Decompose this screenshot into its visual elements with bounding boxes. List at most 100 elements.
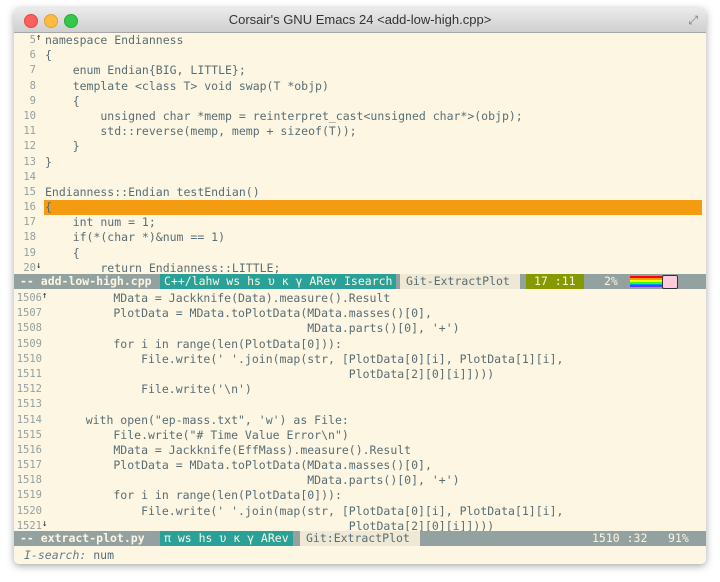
mode-line-git-branch[interactable]: Git-ExtractPlot: [400, 274, 520, 289]
code-text: std::reverse(memp, memp + sizeof(T));: [45, 124, 357, 139]
code-line[interactable]: 1514 with open("ep-mass.txt", 'w') as Fi…: [14, 413, 706, 428]
code-line[interactable]: 1506 ↑ MData = Jackknife(Data).measure().…: [14, 291, 706, 306]
mode-line-buffer-name[interactable]: -- add-low-high.cpp: [20, 274, 152, 289]
fringe-down-arrow-icon: ↓: [36, 260, 42, 271]
code-line[interactable]: 18 if(*(char *)&num == 1): [14, 230, 706, 245]
line-number: 12: [23, 140, 36, 153]
emacs-window: Corsair's GNU Emacs 24 <add-low-high.cpp…: [14, 8, 706, 564]
code-text: MData = Jackknife(EffMass).measure().Res…: [58, 442, 412, 457]
fringe-up-arrow-icon: ↑: [42, 291, 48, 301]
line-number: 1518: [16, 474, 42, 487]
isearch-prompt: I-search:: [24, 548, 87, 562]
code-text: int num = 1;: [45, 215, 156, 230]
code-text: {: [45, 93, 80, 108]
code-line[interactable]: 6{: [14, 48, 706, 63]
code-line[interactable]: 17 int num = 1;: [14, 215, 706, 230]
code-text: template <class T> void swap(T *objp): [45, 78, 329, 93]
code-line[interactable]: 16 {: [14, 200, 706, 216]
code-line[interactable]: 11 std::reverse(memp, memp + sizeof(T));: [14, 124, 706, 139]
echo-area[interactable]: I-search: num: [14, 547, 706, 564]
code-text: {: [45, 245, 80, 260]
code-line[interactable]: 5 ↑ namespace Endianness: [14, 33, 706, 48]
code-line[interactable]: 1509 for i in range(len(PlotData[0])):: [14, 337, 706, 352]
code-line[interactable]: 1511 PlotData[2][0][i]]))): [14, 367, 706, 382]
code-line[interactable]: 1520 File.write(' '.join(map(str, [PlotD…: [14, 504, 706, 519]
code-line[interactable]: 1512 File.write('\n'): [14, 382, 706, 397]
line-number: 19: [23, 246, 36, 259]
code-text: MData.parts()[0], '+'): [58, 321, 460, 336]
code-text: PlotData = MData.toPlotData(MData.masses…: [58, 458, 432, 473]
line-number: 1517: [16, 459, 42, 472]
title-bar: Corsair's GNU Emacs 24 <add-low-high.cpp…: [14, 8, 706, 33]
code-text: File.write(' '.join(map(str, [PlotData[0…: [58, 503, 564, 518]
line-number: 16: [23, 201, 36, 214]
mode-line-position: 1510 :32: [592, 531, 648, 545]
line-number: 11: [23, 125, 36, 138]
line-number: 1516: [16, 443, 42, 456]
fringe-up-arrow-icon: ↑: [36, 33, 42, 43]
line-number: 8: [29, 79, 36, 92]
code-text: for i in range(len(PlotData[0])):: [58, 488, 342, 503]
mode-line-major-mode[interactable]: C++/lahw ws hs υ κ γ ARev Isearch: [160, 274, 397, 289]
code-line[interactable]: 12 }: [14, 139, 706, 154]
fringe-down-arrow-icon: ↓: [42, 518, 48, 529]
fullscreen-icon[interactable]: ⤢: [688, 13, 698, 28]
code-text: MData.parts()[0], '+'): [58, 473, 460, 488]
code-line[interactable]: 19 {: [14, 246, 706, 261]
nyan-cat-icon: [662, 275, 678, 289]
isearch-query[interactable]: num: [93, 548, 114, 562]
current-line-highlight: [44, 200, 702, 216]
line-number: 1515: [16, 428, 42, 441]
mode-line-major-mode[interactable]: π ws hs υ κ γ ARev: [160, 531, 293, 546]
code-text: for i in range(len(PlotData[0])):: [58, 336, 342, 351]
line-number: 13: [23, 155, 36, 168]
code-line[interactable]: 1515 File.write("# Time Value Error\n"): [14, 428, 706, 443]
line-number: 9: [29, 94, 36, 107]
code-line[interactable]: 1517 PlotData = MData.toPlotData(MData.m…: [14, 458, 706, 473]
code-text: Endianness::Endian testEndian(): [45, 184, 260, 199]
code-text: namespace Endianness: [45, 33, 184, 47]
editor-pane-top[interactable]: 5 ↑ namespace Endianness 6{7 enum Endian{BI…: [14, 33, 706, 276]
code-line[interactable]: 7 enum Endian{BIG, LITTLE};: [14, 63, 706, 78]
line-number: 1511: [16, 367, 42, 380]
code-line[interactable]: 14: [14, 170, 706, 185]
code-text: unsigned char *memp = reinterpret_cast<u…: [45, 108, 523, 123]
code-line[interactable]: 10 unsigned char *memp = reinterpret_cas…: [14, 109, 706, 124]
line-number: 14: [23, 170, 36, 183]
line-number: 7: [29, 64, 36, 77]
code-text: File.write('\n'): [58, 382, 252, 397]
mode-line-buffer-name[interactable]: -- extract-plot.py: [20, 531, 145, 546]
code-line[interactable]: 1518 MData.parts()[0], '+'): [14, 473, 706, 488]
line-number: 1519: [16, 489, 42, 502]
code-line[interactable]: 9 {: [14, 94, 706, 109]
nyan-rainbow-icon: [630, 276, 664, 287]
line-number: 1508: [16, 322, 42, 335]
code-text: File.write("# Time Value Error\n"): [58, 427, 349, 442]
line-number: 6: [29, 49, 36, 62]
code-line[interactable]: 8 template <class T> void swap(T *objp): [14, 79, 706, 94]
line-number: 15: [23, 185, 36, 198]
code-line[interactable]: 13}: [14, 155, 706, 170]
code-line[interactable]: 1513: [14, 397, 706, 412]
line-number: 18: [23, 231, 36, 244]
mode-line-git-branch[interactable]: Git:ExtractPlot: [300, 531, 420, 546]
line-number: 1509: [16, 337, 42, 350]
code-text: {: [45, 48, 52, 63]
code-text: File.write(' '.join(map(str, [PlotData[0…: [58, 351, 564, 366]
code-line[interactable]: 1507 PlotData = MData.toPlotData(MData.m…: [14, 306, 706, 321]
code-text: PlotData[2][0][i]]))): [58, 366, 495, 381]
code-line[interactable]: 1519 for i in range(len(PlotData[0])):: [14, 488, 706, 503]
mode-line-bottom: -- extract-plot.py π ws hs υ κ γ ARev Gi…: [14, 531, 706, 546]
code-text: if(*(char *)&num == 1): [45, 230, 226, 245]
mode-line-percent: 2%: [604, 274, 618, 288]
code-line[interactable]: 15 Endianness::Endian testEndian(): [14, 185, 706, 200]
code-line[interactable]: 1516 MData = Jackknife(EffMass).measure(…: [14, 443, 706, 458]
code-text: enum Endian{BIG, LITTLE};: [45, 63, 246, 78]
code-text: MData = Jackknife(Data).measure().Result: [58, 291, 391, 305]
code-line[interactable]: 1510 File.write(' '.join(map(str, [PlotD…: [14, 352, 706, 367]
mode-line-position: 17 :11: [526, 274, 584, 289]
line-number: 1520: [16, 504, 42, 517]
editor-pane-bottom[interactable]: 1506 ↑ MData = Jackknife(Data).measure().…: [14, 291, 706, 534]
line-number: 1506: [16, 292, 42, 304]
code-line[interactable]: 1508 MData.parts()[0], '+'): [14, 321, 706, 336]
